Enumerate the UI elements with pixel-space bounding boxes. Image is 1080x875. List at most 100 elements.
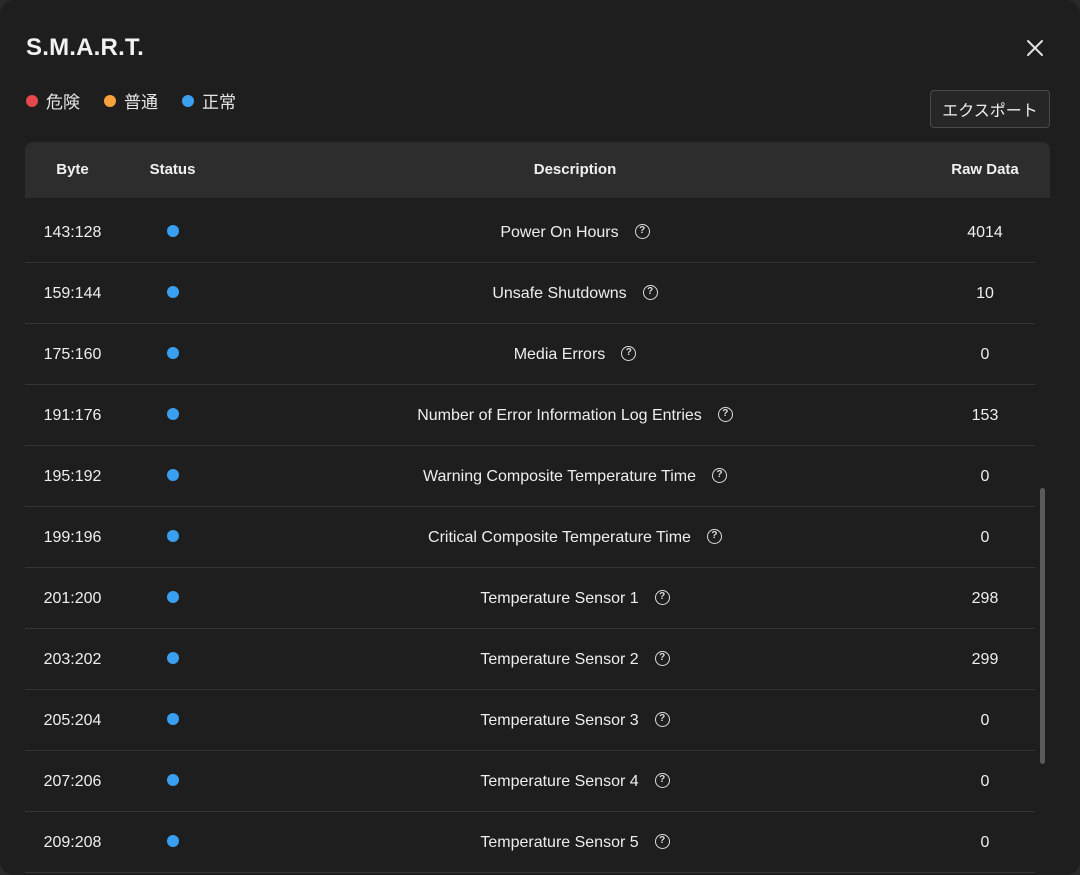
byte-cell: 207:206: [43, 773, 102, 790]
legend-dot-danger: [26, 94, 38, 107]
byte-cell: 175:160: [43, 346, 102, 363]
description-text: Warning Composite Temperature Time: [423, 468, 696, 485]
status-dot-normal: [166, 773, 179, 786]
raw-data-cell: 10: [976, 285, 994, 302]
legend-label-normal: 正常: [202, 93, 236, 112]
description-text: Temperature Sensor 1: [480, 590, 639, 607]
description-cell: Temperature Sensor 2?: [225, 629, 925, 690]
byte-cell: 199:196: [43, 529, 102, 546]
table-row: 159:144 Unsafe Shutdowns? 10: [25, 263, 1035, 324]
description-cell: Temperature Sensor 3?: [225, 690, 925, 751]
byte-cell: 209:208: [43, 834, 102, 851]
byte-cell: 191:176: [43, 407, 102, 424]
description-text: Power On Hours: [500, 224, 619, 241]
status-cell: [120, 385, 225, 446]
status-dot-normal: [166, 529, 179, 542]
legend-label-danger: 危険: [46, 93, 80, 112]
table-row: 209:208 Temperature Sensor 5? 0: [25, 812, 1035, 873]
status-dot-normal: [166, 468, 179, 481]
description-cell: Power On Hours?: [225, 202, 925, 263]
description-cell: Unsafe Shutdowns?: [225, 263, 925, 324]
status-cell: [120, 568, 225, 629]
question-circle-icon[interactable]: ?: [717, 407, 733, 423]
raw-data-cell: 298: [971, 590, 999, 607]
raw-data-cell: 0: [980, 712, 990, 729]
description-text: Temperature Sensor 4: [480, 773, 639, 790]
description-cell: Temperature Sensor 1?: [225, 568, 925, 629]
description-cell: Temperature Sensor 5?: [225, 812, 925, 873]
question-circle-icon[interactable]: ?: [654, 651, 670, 667]
status-cell: [120, 690, 225, 751]
dialog-title: S.M.A.R.T.: [26, 34, 145, 61]
status-dot-normal: [166, 590, 179, 603]
status-cell: [120, 629, 225, 690]
description-cell: Number of Error Information Log Entries?: [225, 385, 925, 446]
table-row: 207:206 Temperature Sensor 4? 0: [25, 751, 1035, 812]
byte-cell: 159:144: [43, 285, 102, 302]
description-cell: Critical Composite Temperature Time?: [225, 507, 925, 568]
status-dot-normal: [166, 407, 179, 420]
raw-data-cell: 0: [980, 468, 990, 485]
question-circle-icon[interactable]: ?: [654, 590, 670, 606]
byte-cell: 143:128: [43, 224, 102, 241]
byte-cell: 201:200: [43, 590, 102, 607]
status-cell: [120, 446, 225, 507]
legend-dot-warning: [104, 94, 116, 107]
legend-item-normal: 正常: [182, 88, 236, 113]
byte-cell: 203:202: [43, 651, 102, 668]
description-text: Unsafe Shutdowns: [492, 285, 627, 302]
description-text: Temperature Sensor 3: [480, 712, 639, 729]
export-button[interactable]: エクスポート: [930, 90, 1050, 128]
status-dot-normal: [166, 651, 179, 664]
table-row: 143:128 Power On Hours? 4014: [25, 202, 1035, 263]
header-description: Description: [533, 161, 617, 178]
smart-dialog: S.M.A.R.T. 危険 普通 正常 エクスポート Byte Status D…: [0, 0, 1080, 875]
legend-item-warning: 普通: [104, 88, 158, 113]
table-row: 199:196 Critical Composite Temperature Ti…: [25, 507, 1035, 568]
legend-label-warning: 普通: [124, 93, 158, 112]
description-cell: Temperature Sensor 4?: [225, 751, 925, 812]
status-legend: 危険 普通 正常: [26, 88, 260, 113]
status-cell: [120, 507, 225, 568]
description-text: Critical Composite Temperature Time: [428, 529, 691, 546]
description-text: Number of Error Information Log Entries: [417, 407, 702, 424]
vertical-scrollbar[interactable]: [1040, 488, 1045, 764]
status-dot-normal: [166, 224, 179, 237]
legend-dot-normal: [182, 94, 194, 107]
description-text: Media Errors: [513, 346, 606, 363]
raw-data-cell: 0: [980, 773, 990, 790]
table-row: 195:192 Warning Composite Temperature Tim…: [25, 446, 1035, 507]
table-row: 205:204 Temperature Sensor 3? 0: [25, 690, 1035, 751]
question-circle-icon[interactable]: ?: [654, 773, 670, 789]
table-row: 175:160 Media Errors? 0: [25, 324, 1035, 385]
raw-data-cell: 0: [980, 346, 990, 363]
question-circle-icon[interactable]: ?: [621, 346, 637, 362]
table-row: 191:176 Number of Error Information Log E…: [25, 385, 1035, 446]
status-cell: [120, 263, 225, 324]
byte-cell: 205:204: [43, 712, 102, 729]
raw-data-cell: 153: [971, 407, 999, 424]
question-circle-icon[interactable]: ?: [706, 529, 722, 545]
status-dot-normal: [166, 346, 179, 359]
raw-data-cell: 0: [980, 529, 990, 546]
status-cell: [120, 202, 225, 263]
question-circle-icon[interactable]: ?: [654, 834, 670, 850]
question-circle-icon[interactable]: ?: [712, 468, 727, 484]
status-cell: [120, 751, 225, 812]
header-status: Status: [149, 161, 196, 178]
close-button[interactable]: [1020, 33, 1050, 63]
status-dot-normal: [166, 712, 179, 725]
status-dot-normal: [166, 834, 179, 847]
raw-data-cell: 0: [980, 834, 990, 851]
description-text: Temperature Sensor 2: [480, 651, 639, 668]
question-circle-icon[interactable]: ?: [642, 285, 658, 301]
raw-data-cell: 299: [971, 651, 999, 668]
question-circle-icon[interactable]: ?: [654, 712, 670, 728]
status-dot-normal: [166, 285, 179, 298]
description-cell: Media Errors?: [225, 324, 925, 385]
question-circle-icon[interactable]: ?: [634, 224, 650, 240]
status-cell: [120, 812, 225, 873]
status-cell: [120, 324, 225, 385]
raw-data-cell: 4014: [967, 224, 1003, 241]
table-row: 201:200 Temperature Sensor 1? 298: [25, 568, 1035, 629]
